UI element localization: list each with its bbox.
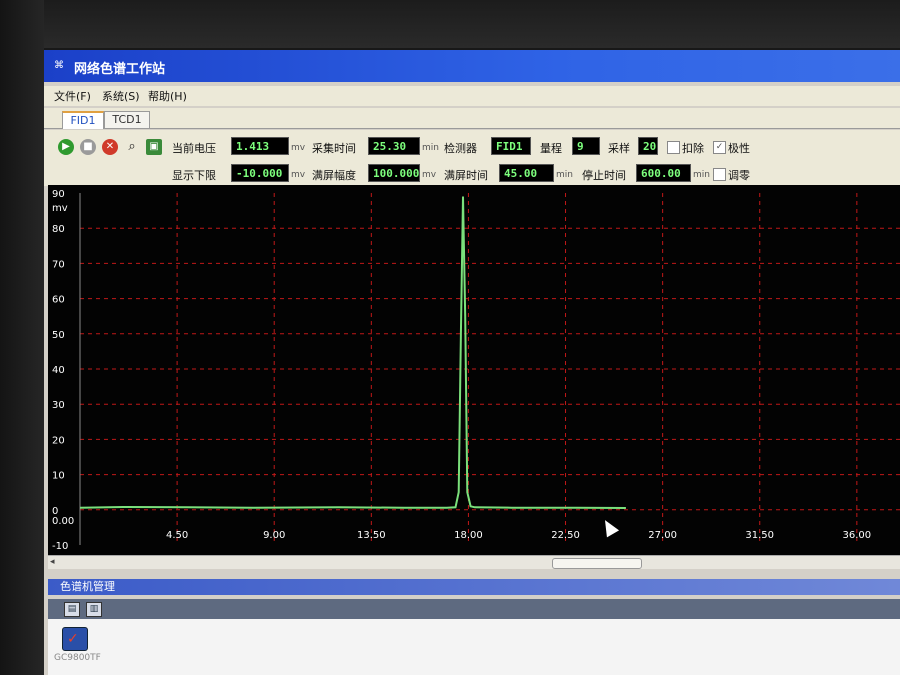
menu-system[interactable]: 系统(S) bbox=[102, 88, 140, 104]
save-icon[interactable]: ▣ bbox=[146, 139, 162, 155]
display-lower-unit: mv bbox=[291, 170, 306, 180]
full-time-unit: min bbox=[556, 170, 573, 180]
x-tick-label: 18.00 bbox=[454, 530, 483, 541]
x-tick-label: 9.00 bbox=[263, 530, 285, 541]
display-lower-value: -10.000 bbox=[231, 164, 289, 182]
chromatogram-svg: 9080706050403020100-10mv0.004.50 9.00 13.5… bbox=[52, 189, 900, 552]
y-tick-label: 10 bbox=[52, 471, 65, 482]
zero-checkbox[interactable] bbox=[713, 168, 726, 181]
control-toolbar: ▶ ■ ✕ ⌕ ▣ 当前电压 1.413 mv 采集时间 25.30 min 检… bbox=[44, 130, 900, 186]
title-bar: ⌘ 网络色谱工作站 bbox=[44, 50, 900, 82]
main-window: ⌘ 网络色谱工作站 文件(F) 系统(S) 帮助(H) FID1 TCD1 ▶ … bbox=[44, 50, 900, 675]
x-tick-label: 13.50 bbox=[357, 530, 386, 541]
y-tick-label: 50 bbox=[52, 330, 65, 341]
y-tick-label: 90 bbox=[52, 189, 65, 200]
deduct-checkbox[interactable] bbox=[667, 141, 680, 154]
x-tick-label: 0.00 bbox=[52, 516, 74, 527]
full-amplitude-label: 满屏幅度 bbox=[312, 169, 356, 182]
y-axis-label: mv bbox=[52, 203, 68, 214]
tab-tcd1[interactable]: TCD1 bbox=[104, 111, 150, 128]
x-tick-label: 27.00 bbox=[648, 530, 677, 541]
full-time-label: 满屏时间 bbox=[444, 169, 488, 182]
detector-value: FID1 bbox=[491, 137, 531, 155]
sample-label: 采样 bbox=[608, 142, 630, 155]
acq-time-value: 25.30 bbox=[368, 137, 420, 155]
stop-time-label: 停止时间 bbox=[582, 169, 626, 182]
current-voltage-label: 当前电压 bbox=[172, 142, 216, 155]
menu-bar: 文件(F) 系统(S) 帮助(H) bbox=[44, 86, 900, 106]
x-tick-label: 36.00 bbox=[843, 530, 872, 541]
deduct-label: 扣除 bbox=[682, 142, 704, 155]
y-tick-label: 20 bbox=[52, 435, 65, 446]
chromatogram-line bbox=[79, 196, 626, 509]
tab-bar: FID1 TCD1 bbox=[44, 108, 900, 129]
scroll-thumb[interactable] bbox=[552, 558, 642, 569]
splitter[interactable] bbox=[44, 569, 900, 579]
detector-label: 检测器 bbox=[444, 142, 477, 155]
range-value: 9 bbox=[572, 137, 600, 155]
instrument-panel: ✓ GC9800TF bbox=[48, 619, 900, 675]
range-label: 量程 bbox=[540, 142, 562, 155]
tab-fid1[interactable]: FID1 bbox=[62, 111, 104, 129]
y-tick-label: -10 bbox=[52, 541, 68, 552]
full-time-value: 45.00 bbox=[499, 164, 554, 182]
zoom-icon[interactable]: ⌕ bbox=[124, 139, 140, 155]
y-tick-label: 60 bbox=[52, 295, 65, 306]
monitor-bezel-top bbox=[0, 0, 900, 48]
current-voltage-unit: mv bbox=[291, 143, 306, 153]
app-icon[interactable]: ⌘ bbox=[54, 60, 66, 72]
y-tick-label: 70 bbox=[52, 259, 65, 270]
stop-time-unit: min bbox=[693, 170, 710, 180]
instrument-icon[interactable]: ✓ bbox=[62, 627, 88, 651]
cancel-icon[interactable]: ✕ bbox=[102, 139, 118, 155]
polarity-checkbox[interactable]: ✓ bbox=[713, 141, 726, 154]
horizontal-scrollbar[interactable]: ◂ bbox=[48, 555, 900, 570]
check-icon: ✓ bbox=[67, 631, 79, 647]
y-tick-label: 40 bbox=[52, 365, 65, 376]
instrument-label[interactable]: GC9800TF bbox=[54, 653, 101, 663]
x-tick-label: 4.50 bbox=[166, 530, 188, 541]
display-lower-label: 显示下限 bbox=[172, 169, 216, 182]
menu-file[interactable]: 文件(F) bbox=[54, 88, 91, 104]
folder-icon[interactable]: ▥ bbox=[86, 602, 102, 617]
stop-time-value: 600.00 bbox=[636, 164, 691, 182]
window-title: 网络色谱工作站 bbox=[74, 62, 166, 77]
zero-label: 调零 bbox=[728, 169, 750, 182]
full-amplitude-value: 100.000 bbox=[368, 164, 420, 182]
scroll-left-arrow[interactable]: ◂ bbox=[50, 557, 55, 567]
monitor-bezel-left bbox=[0, 0, 44, 675]
x-tick-label: 22.50 bbox=[551, 530, 580, 541]
acq-time-unit: min bbox=[422, 143, 439, 153]
menu-help[interactable]: 帮助(H) bbox=[148, 88, 187, 104]
y-tick-label: 30 bbox=[52, 400, 65, 411]
current-voltage-value: 1.413 bbox=[231, 137, 289, 155]
acq-time-label: 采集时间 bbox=[312, 142, 356, 155]
full-amplitude-unit: mv bbox=[422, 170, 437, 180]
panel-title: 色谱机管理 bbox=[48, 579, 900, 595]
play-icon[interactable]: ▶ bbox=[58, 139, 74, 155]
stop-icon[interactable]: ■ bbox=[80, 139, 96, 155]
monitor-icon[interactable]: ▤ bbox=[64, 602, 80, 617]
x-tick-label: 31.50 bbox=[745, 530, 774, 541]
sample-value: 20 bbox=[638, 137, 658, 155]
chromatogram-plot[interactable]: 90 80 70 60 50 40 30 20 10 0 -10 mv 0.00 4.50 9.00 13.5… bbox=[48, 185, 900, 555]
polarity-label: 极性 bbox=[728, 142, 750, 155]
y-tick-label: 80 bbox=[52, 224, 65, 235]
panel-toolbar: ▤ ▥ bbox=[48, 599, 900, 619]
